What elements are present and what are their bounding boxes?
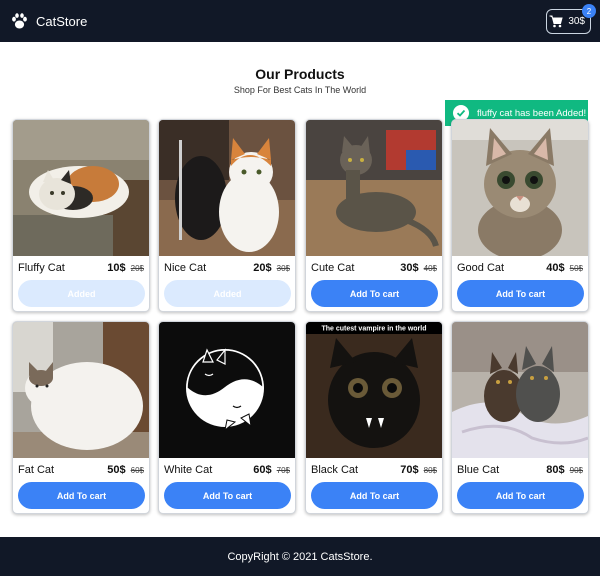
product-old-price: 30$ [276,264,290,273]
footer: CopyRight © 2021 CatsStore. [0,537,600,576]
add-to-cart-button[interactable]: Add To cart [457,280,584,307]
product-old-price: 80$ [423,466,437,475]
add-to-cart-button[interactable]: Add To cart [18,482,145,509]
add-to-cart-button[interactable]: Add To cart [311,482,438,509]
add-to-cart-button[interactable]: Added [18,280,145,307]
product-image[interactable] [159,322,295,458]
product-card: The cutest vampire in the world Black Ca… [305,321,443,514]
add-to-cart-button[interactable]: Added [164,280,291,307]
brand[interactable]: CatStore [10,12,88,30]
product-price: 30$ [400,262,419,274]
add-to-cart-button[interactable]: Add To cart [311,280,438,307]
product-image[interactable] [13,322,149,458]
product-image[interactable] [452,322,588,458]
product-prices: 40$ 50$ [546,262,583,274]
product-price: 50$ [107,464,126,476]
page-title: Our Products [255,66,345,82]
copyright-text: CopyRight © 2021 CatsStore. [227,550,373,563]
product-card: Good Cat 40$ 50$ Add To cart [451,119,589,312]
product-card: Fluffy Cat 10$ 20$ Added [12,119,150,312]
paw-icon [10,12,29,30]
product-image[interactable] [306,120,442,256]
product-name: Nice Cat [164,262,207,274]
product-price: 40$ [546,262,565,274]
toast-message: fluffy cat has been Added! [477,107,587,119]
product-card: Blue Cat 80$ 90$ Add To cart [451,321,589,514]
product-old-price: 90$ [569,466,583,475]
navbar: CatStore 30$ 2 [0,0,600,42]
add-to-cart-button[interactable]: Add To cart [457,482,584,509]
product-name: Cute Cat [311,262,355,274]
product-prices: 10$ 20$ [107,262,144,274]
product-price: 20$ [253,262,272,274]
image-caption: The cutest vampire in the world [321,326,426,333]
product-image[interactable]: The cutest vampire in the world [306,322,442,458]
product-old-price: 70$ [276,466,290,475]
product-old-price: 20$ [130,264,144,273]
add-to-cart-button[interactable]: Add To cart [164,482,291,509]
product-card: White Cat 60$ 70$ Add To cart [158,321,296,514]
product-old-price: 40$ [423,264,437,273]
product-name: Black Cat [311,464,359,476]
product-name: Blue Cat [457,464,500,476]
product-prices: 60$ 70$ [253,464,290,476]
cart-icon [549,15,563,28]
product-old-price: 50$ [569,264,583,273]
cart-total: 30$ [568,16,585,27]
product-price: 70$ [400,464,419,476]
product-prices: 20$ 30$ [253,262,290,274]
product-image[interactable] [13,120,149,256]
product-price: 80$ [546,464,565,476]
page-subtitle: Shop For Best Cats In The World [233,85,367,95]
product-name: Good Cat [457,262,505,274]
product-prices: 80$ 90$ [546,464,583,476]
product-old-price: 60$ [130,466,144,475]
product-prices: 30$ 40$ [400,262,437,274]
product-name: White Cat [164,464,213,476]
cart-button[interactable]: 30$ 2 [546,4,596,34]
cart-count-badge: 2 [582,4,596,18]
product-name: Fat Cat [18,464,55,476]
product-price: 10$ [107,262,126,274]
brand-name: CatStore [36,13,88,29]
product-price: 60$ [253,464,272,476]
product-card: Cute Cat 30$ 40$ Add To cart [305,119,443,312]
product-image[interactable] [159,120,295,256]
product-card: Nice Cat 20$ 30$ Added [158,119,296,312]
product-name: Fluffy Cat [18,262,65,274]
product-card: Fat Cat 50$ 60$ Add To cart [12,321,150,514]
product-prices: 70$ 80$ [400,464,437,476]
product-image[interactable] [452,120,588,256]
product-prices: 50$ 60$ [107,464,144,476]
section-heading: Our Products Shop For Best Cats In The W… [0,66,600,95]
